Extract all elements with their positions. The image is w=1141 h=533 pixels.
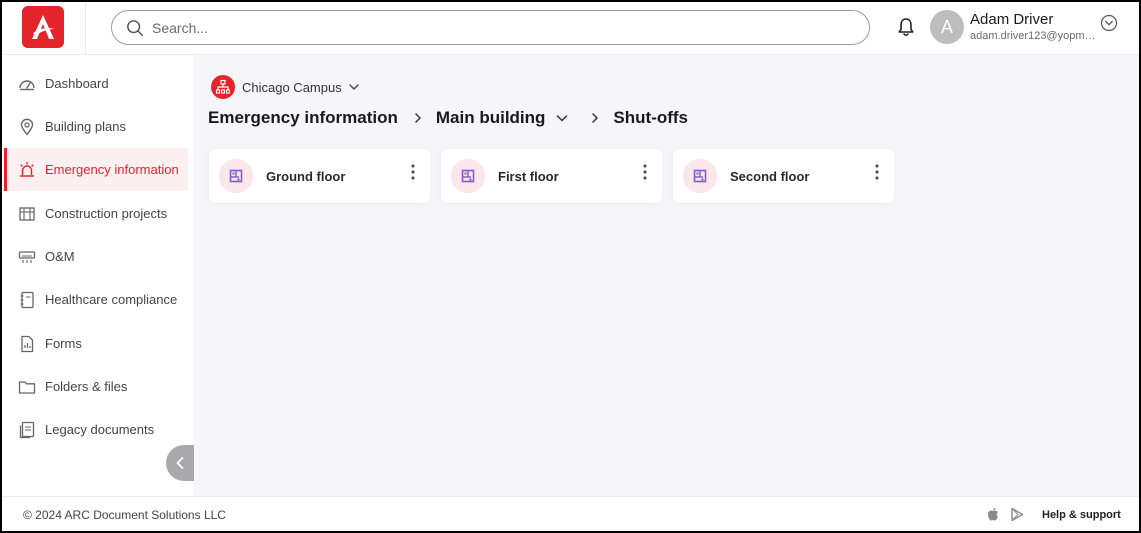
- campus-name: Chicago Campus: [242, 79, 342, 95]
- construction-icon: [19, 206, 35, 221]
- sidebar-item-label: Folders & files: [45, 379, 128, 394]
- logo-area: [2, 2, 86, 55]
- floor-plan-icon: [683, 159, 717, 193]
- sidebar-item-label: O&M: [45, 249, 75, 264]
- campus-selector[interactable]: Chicago Campus: [211, 75, 360, 99]
- floor-card-label: Second floor: [730, 168, 810, 184]
- sidebar-item-healthcare-compliance[interactable]: Healthcare compliance: [4, 278, 188, 321]
- user-name[interactable]: Adam Driver: [970, 11, 1053, 28]
- chevron-right-icon: [415, 113, 421, 123]
- hierarchy-icon: [215, 79, 231, 94]
- notification-bell-icon[interactable]: [897, 17, 915, 37]
- sidebar-item-dashboard[interactable]: Dashboard: [4, 62, 188, 105]
- floor-plan-icon: [451, 159, 485, 193]
- floor-card-ground-floor[interactable]: Ground floor: [209, 149, 430, 203]
- folder-icon: [18, 380, 36, 394]
- breadcrumb-emergency-information[interactable]: Emergency information: [208, 108, 398, 128]
- help-support-link[interactable]: Help & support: [1042, 509, 1121, 521]
- sidebar-item-folders-files[interactable]: Folders & files: [4, 365, 188, 408]
- more-options-icon[interactable]: [642, 163, 648, 181]
- more-options-icon[interactable]: [410, 163, 416, 181]
- documents-icon: [19, 421, 35, 438]
- google-play-icon[interactable]: [1010, 507, 1024, 522]
- dashboard-icon: [19, 79, 35, 90]
- chevron-down-icon[interactable]: [555, 111, 569, 125]
- app-window: A Adam Driver adam.driver123@yopmail.com…: [0, 0, 1141, 533]
- sidebar-item-label: Emergency information: [45, 162, 179, 177]
- breadcrumb-main-building[interactable]: Main building: [436, 108, 546, 128]
- chevron-down-circle-icon[interactable]: [1100, 14, 1118, 32]
- sidebar-item-label: Dashboard: [45, 76, 109, 91]
- breadcrumb-shut-offs: Shut-offs: [613, 108, 689, 127]
- chevron-right-icon: [592, 113, 599, 123]
- sidebar-item-emergency-information[interactable]: Emergency information: [4, 148, 188, 191]
- sidebar-item-forms[interactable]: Forms: [4, 322, 188, 365]
- top-bar: A Adam Driver adam.driver123@yopmail.com: [2, 2, 1139, 55]
- user-email: adam.driver123@yopmail.com: [970, 30, 1100, 42]
- sidebar-item-building-plans[interactable]: Building plans: [4, 105, 188, 148]
- more-options-icon[interactable]: [874, 163, 880, 181]
- campus-icon: [211, 75, 235, 99]
- sidebar-item-label: Construction projects: [45, 206, 168, 221]
- breadcrumb: Emergency information Main building Shut…: [208, 108, 688, 128]
- arc-logo-icon: [32, 15, 55, 39]
- sidebar-item-construction-projects[interactable]: Construction projects: [4, 192, 188, 235]
- floor-plan-icon: [219, 159, 253, 193]
- floor-card-second-floor[interactable]: Second floor: [673, 149, 894, 203]
- search-bar[interactable]: [111, 10, 870, 45]
- floor-plan-glyph: [229, 169, 243, 183]
- sidebar-item-label: Building plans: [45, 119, 126, 134]
- floor-card-label: First floor: [498, 168, 559, 184]
- floor-card-label: Ground floor: [266, 168, 346, 184]
- arc-logo[interactable]: [22, 6, 64, 48]
- floor-plan-glyph: [461, 169, 475, 183]
- air-conditioner-icon: [18, 250, 36, 263]
- sidebar: Dashboard Building plans Emergency infor…: [2, 55, 194, 496]
- form-icon: [21, 335, 34, 352]
- chevron-down-icon: [349, 84, 359, 90]
- chevron-left-icon: [176, 457, 184, 469]
- apple-icon[interactable]: [986, 507, 1000, 522]
- search-input[interactable]: [152, 19, 842, 36]
- sidebar-item-label: Healthcare compliance: [45, 292, 178, 307]
- copyright-text: © 2024 ARC Document Solutions LLC: [23, 508, 226, 522]
- sidebar-item-legacy-documents[interactable]: Legacy documents: [4, 408, 188, 451]
- sidebar-item-label: Legacy documents: [45, 422, 155, 437]
- floor-card-first-floor[interactable]: First floor: [441, 149, 662, 203]
- notebook-icon: [20, 291, 34, 308]
- sidebar-item-om[interactable]: O&M: [4, 235, 188, 278]
- siren-icon: [19, 161, 35, 177]
- search-icon: [127, 19, 143, 36]
- footer: © 2024 ARC Document Solutions LLC Help &…: [2, 496, 1139, 531]
- user-avatar[interactable]: A: [930, 10, 964, 44]
- collapse-sidebar-button[interactable]: [166, 445, 194, 481]
- location-pin-icon: [20, 118, 34, 136]
- floor-plan-glyph: [693, 169, 707, 183]
- sidebar-item-label: Forms: [45, 336, 82, 351]
- main-content: Chicago Campus Emergency information Mai…: [194, 55, 1139, 496]
